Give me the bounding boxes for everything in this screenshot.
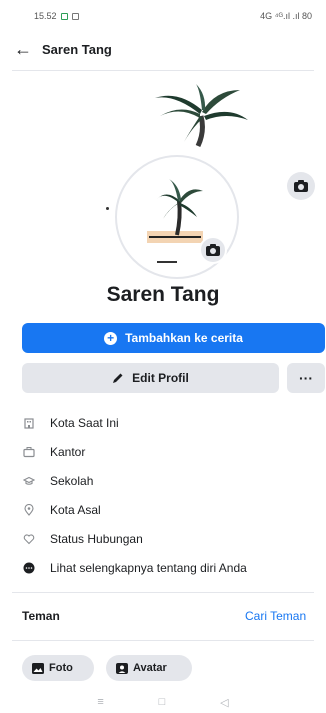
find-friends-link[interactable]: Cari Teman: [245, 609, 306, 623]
dots-circle-icon: [22, 561, 36, 575]
palm-tree-avatar-illustration: [147, 179, 203, 263]
detail-label: Kantor: [50, 444, 86, 459]
friends-heading: Teman: [22, 609, 60, 623]
detail-label: Kota Asal: [50, 502, 101, 517]
more-dots-icon: ···: [299, 370, 313, 386]
edit-profile-button[interactable]: Edit Profil: [22, 363, 279, 393]
detail-relationship[interactable]: Status Hubungan: [22, 524, 322, 553]
status-left: 15.52: [34, 11, 79, 21]
page-title: Saren Tang: [42, 41, 112, 57]
heart-icon: [22, 532, 36, 546]
avatar-chip[interactable]: Avatar: [106, 655, 192, 681]
decorative-dot: [106, 207, 109, 210]
back-triangle-icon[interactable]: ◁: [220, 696, 228, 709]
detail-workplace[interactable]: Kantor: [22, 437, 322, 466]
home-square-icon[interactable]: □: [159, 696, 166, 708]
top-bar: ← Saren Tang: [0, 32, 326, 66]
detail-see-more[interactable]: Lihat selengkapnya tentang diri Anda: [22, 553, 322, 582]
more-options-button[interactable]: ···: [287, 363, 325, 393]
arrow-left-icon[interactable]: ←: [14, 40, 36, 58]
status-bar: 15.52 4G ⁴ᴳ.ıl .ıl 80: [0, 0, 326, 32]
building-icon: [22, 416, 36, 430]
palm-tree-cover-illustration: [155, 84, 248, 148]
profile-name: Saren Tang: [106, 283, 220, 306]
notification-message-icon: [71, 12, 79, 20]
system-nav-bar: ≡ □ ◁: [0, 691, 326, 713]
detail-label: Kota Saat Ini: [50, 415, 119, 430]
detail-label: Sekolah: [50, 473, 94, 488]
top-divider: [12, 70, 314, 71]
status-time: 15.52: [34, 11, 57, 21]
detail-current-city[interactable]: Kota Saat Ini: [22, 408, 322, 437]
photos-chip[interactable]: Foto: [22, 655, 94, 681]
detail-label: Lihat selengkapnya tentang diri Anda: [50, 560, 247, 575]
pencil-icon: [113, 373, 123, 383]
profile-details-list: Kota Saat Ini Kantor Sekolah Kota Asal S…: [22, 408, 322, 582]
detail-school[interactable]: Sekolah: [22, 466, 322, 495]
graduation-cap-icon: [22, 474, 36, 488]
camera-icon: [206, 244, 220, 256]
avatar-chip-label: Avatar: [133, 662, 167, 674]
cover-camera-button[interactable]: [287, 172, 315, 200]
detail-hometown[interactable]: Kota Asal: [22, 495, 322, 524]
briefcase-icon: [22, 445, 36, 459]
photos-chip-label: Foto: [49, 662, 73, 674]
edit-profile-label: Edit Profil: [132, 371, 189, 385]
section-divider: [12, 640, 314, 641]
plus-icon: +: [104, 331, 118, 345]
avatar-camera-button[interactable]: [199, 236, 227, 264]
photo-icon: [32, 662, 44, 674]
menu-lines-icon[interactable]: ≡: [97, 696, 103, 708]
location-pin-icon: [22, 503, 36, 517]
add-to-story-label: Tambahkan ke cerita: [125, 331, 243, 345]
detail-label: Status Hubungan: [50, 531, 143, 546]
status-indicators: 4G ⁴ᴳ.ıl .ıl 80: [260, 11, 312, 21]
avatar-icon: [116, 662, 128, 674]
add-to-story-button[interactable]: + Tambahkan ke cerita: [22, 323, 325, 353]
notification-app-icon: [60, 12, 68, 20]
section-divider: [12, 592, 314, 593]
camera-icon: [294, 180, 308, 192]
